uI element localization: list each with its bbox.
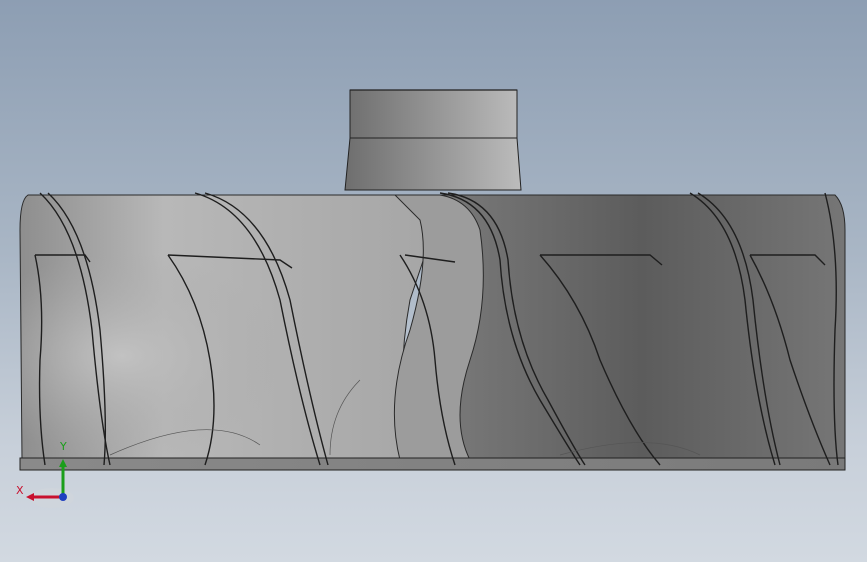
triad-axes	[26, 459, 74, 508]
impeller-body	[19, 194, 846, 461]
base-plate	[19, 457, 846, 471]
triad-x-label: X	[16, 484, 24, 497]
hub-neck	[344, 89, 522, 191]
z-axis-dot	[59, 493, 67, 501]
triad-y-label: Y	[60, 440, 67, 453]
impeller-model[interactable]	[0, 0, 867, 562]
graphics-viewport[interactable]: X Y	[0, 0, 867, 562]
view-triad[interactable]: X Y	[10, 440, 80, 510]
